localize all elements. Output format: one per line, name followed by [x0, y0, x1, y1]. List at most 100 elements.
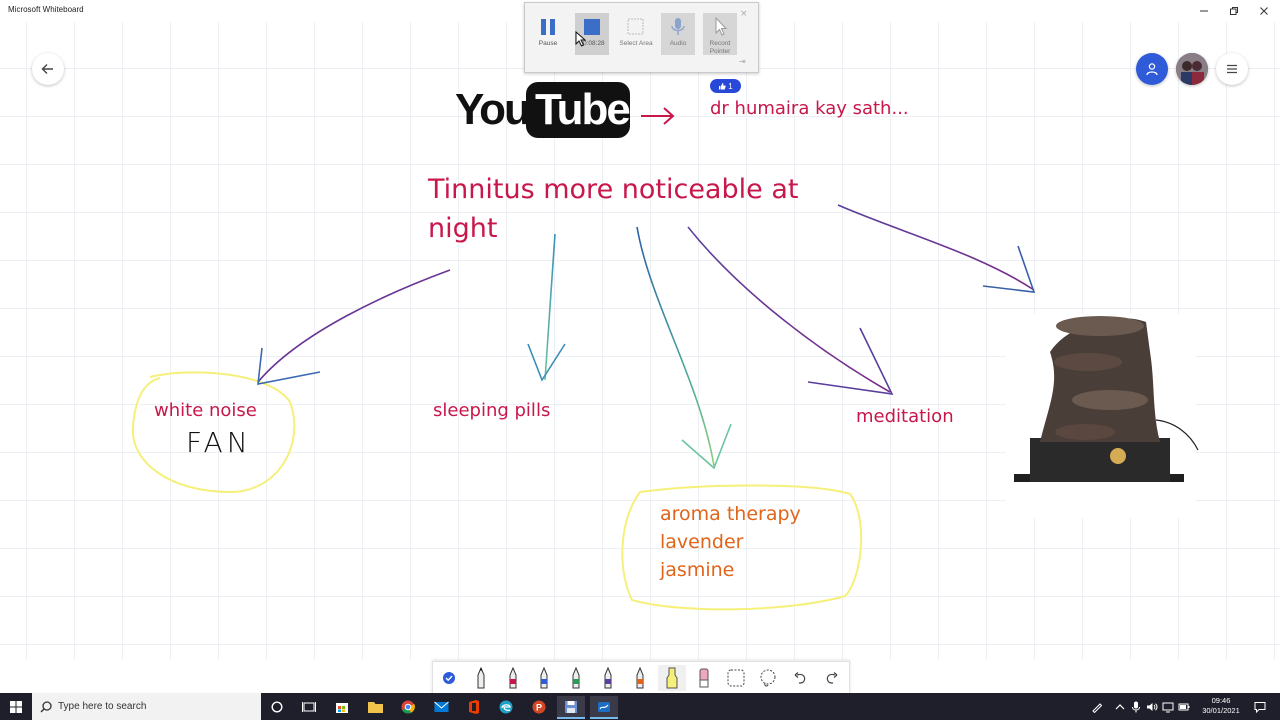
- pen-icon: [604, 667, 612, 689]
- thumbs-up-icon: [719, 83, 726, 90]
- pen-icon: [636, 667, 644, 689]
- minimize-button[interactable]: [1188, 0, 1220, 22]
- jasmine-label[interactable]: jasmine: [660, 559, 734, 581]
- select-area-icon: [627, 18, 644, 35]
- close-icon: [1260, 7, 1268, 15]
- clock-date: 30/01/2021: [1202, 706, 1240, 715]
- edge-app[interactable]: [492, 696, 520, 717]
- redo-icon: [826, 672, 838, 684]
- chevron-up-icon: [1115, 703, 1125, 709]
- notifications-button[interactable]: [1250, 696, 1270, 717]
- highlighter-button[interactable]: [658, 665, 686, 691]
- undo-icon: [794, 672, 806, 684]
- microphone-icon: [1132, 701, 1140, 712]
- powerpoint-icon: P: [532, 700, 546, 713]
- taskbar: Type here to search P 09:46 30/01/2021: [0, 693, 1280, 720]
- restore-button[interactable]: [1218, 0, 1250, 22]
- pen-galaxy-button[interactable]: [594, 665, 622, 691]
- redo-button[interactable]: [818, 665, 846, 691]
- youtube-logo-box: Tube: [526, 82, 631, 138]
- audio-label: Audio: [669, 40, 687, 47]
- tray-overflow[interactable]: [1112, 696, 1128, 717]
- white-noise-label[interactable]: white noise: [154, 400, 257, 421]
- battery-icon: [1178, 703, 1190, 710]
- close-window-button[interactable]: [1248, 0, 1280, 22]
- lasso-button[interactable]: [754, 665, 782, 691]
- search-icon: [40, 701, 52, 713]
- record-pointer-button[interactable]: Record Pointer: [703, 13, 737, 55]
- eraser-button[interactable]: [690, 665, 718, 691]
- fountain-image[interactable]: [1006, 314, 1199, 518]
- office-icon: [469, 699, 479, 714]
- pen-icon: [477, 667, 485, 689]
- clock[interactable]: 09:46 30/01/2021: [1196, 696, 1246, 716]
- ruler-button[interactable]: [722, 665, 750, 691]
- chrome-icon: [401, 700, 415, 713]
- highlighter-icon: [666, 667, 678, 689]
- ink-toolbar: [432, 661, 850, 695]
- pen-black-button[interactable]: [467, 665, 495, 691]
- undo-button[interactable]: [786, 665, 814, 691]
- microphone-icon: [671, 18, 685, 35]
- store-app[interactable]: [328, 696, 356, 717]
- ink-strokes: [131, 107, 1199, 611]
- windows-icon: [10, 700, 22, 713]
- svg-text:P: P: [536, 702, 542, 712]
- audio-button[interactable]: Audio: [661, 13, 695, 55]
- clock-time: 09:46: [1211, 696, 1231, 705]
- folder-icon: [367, 702, 383, 713]
- office-app[interactable]: [460, 696, 488, 717]
- start-button[interactable]: [2, 696, 30, 717]
- youtube-logo-text: You: [455, 85, 531, 134]
- mouse-cursor-icon: [575, 31, 587, 47]
- taskbar-search[interactable]: Type here to search: [32, 693, 261, 720]
- lasso-icon: [760, 669, 776, 687]
- network-icon: [1162, 702, 1174, 712]
- microphone-tray[interactable]: [1128, 696, 1144, 717]
- main-topic-line2[interactable]: night: [428, 213, 497, 244]
- cortana-button[interactable]: [263, 696, 291, 717]
- file-explorer-app[interactable]: [361, 696, 389, 717]
- pen-green-button[interactable]: [562, 665, 590, 691]
- channel-note[interactable]: dr humaira kay sath...: [710, 98, 909, 119]
- pen-blue-button[interactable]: [530, 665, 558, 691]
- restore-icon: [1230, 7, 1238, 15]
- screen-recorder-bar: Pause 00:08:28 Select Area Audio Record …: [524, 2, 759, 73]
- check-circle-icon: [443, 672, 455, 684]
- select-tool-button[interactable]: [435, 665, 463, 691]
- powerpoint-app[interactable]: P: [525, 696, 553, 717]
- volume-tray[interactable]: [1144, 696, 1160, 717]
- sleeping-pills-label[interactable]: sleeping pills: [433, 400, 550, 421]
- recorder-app[interactable]: [557, 696, 585, 719]
- whiteboard-icon: [598, 701, 610, 712]
- aroma-therapy-label[interactable]: aroma therapy: [660, 503, 801, 525]
- meditation-label[interactable]: meditation: [856, 406, 954, 427]
- save-disk-icon: [565, 700, 577, 713]
- pause-button[interactable]: Pause: [531, 13, 565, 55]
- pen-workspace-tray[interactable]: [1087, 696, 1107, 717]
- chrome-app[interactable]: [394, 696, 422, 717]
- whiteboard-app[interactable]: [590, 696, 618, 719]
- ruler-icon: [727, 669, 745, 687]
- notification-icon: [1254, 701, 1266, 713]
- pen-red-button[interactable]: [499, 665, 527, 691]
- pause-label: Pause: [538, 40, 558, 47]
- window-title: Microsoft Whiteboard: [8, 5, 84, 14]
- reaction-count: 1: [728, 81, 733, 91]
- close-recorder-icon[interactable]: ×: [740, 9, 748, 19]
- pen-icon: [509, 667, 517, 689]
- network-tray[interactable]: [1160, 696, 1176, 717]
- store-icon: [336, 702, 348, 713]
- reaction-badge[interactable]: 1: [710, 79, 741, 93]
- battery-tray[interactable]: [1176, 696, 1192, 717]
- fan-label[interactable]: FAN: [186, 426, 252, 459]
- select-area-button[interactable]: Select Area: [619, 13, 653, 55]
- mail-app[interactable]: [427, 696, 455, 717]
- cursor-icon: [715, 16, 728, 36]
- lavender-label[interactable]: lavender: [660, 531, 743, 553]
- pen-rainbow-button[interactable]: [626, 665, 654, 691]
- main-topic-line1[interactable]: Tinnitus more noticeable at: [428, 174, 798, 205]
- whiteboard-canvas[interactable]: You Tube 1 dr humaira kay sath... Tinnit…: [0, 22, 1280, 660]
- pin-icon[interactable]: ⇥: [739, 57, 746, 66]
- task-view-button[interactable]: [295, 696, 323, 717]
